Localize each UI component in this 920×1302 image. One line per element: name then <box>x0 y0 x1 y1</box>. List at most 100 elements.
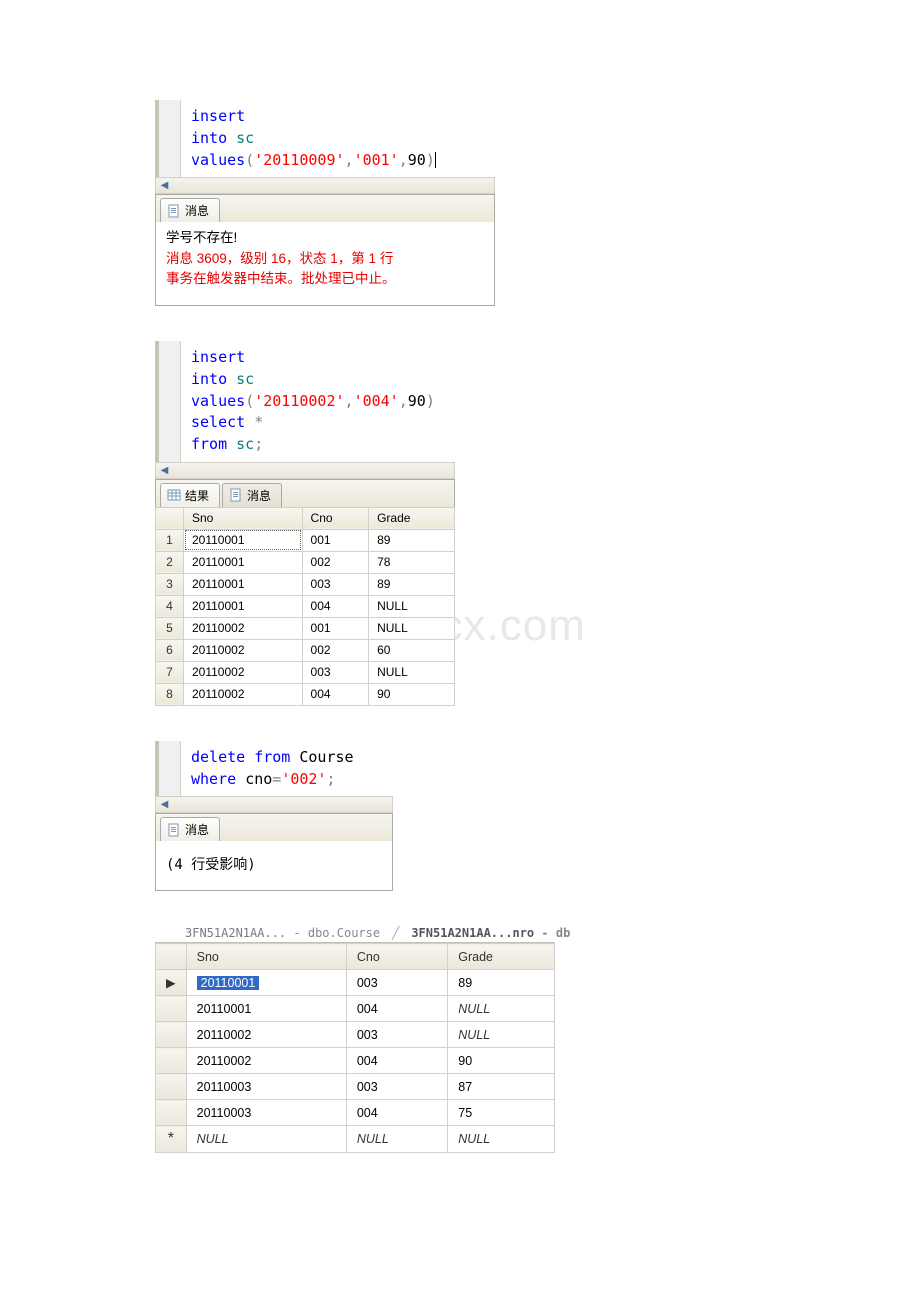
cell-grade[interactable]: NULL <box>448 1126 555 1153</box>
cell-sno[interactable]: 20110001 <box>184 573 303 595</box>
table-row[interactable]: 2011000200490 <box>156 1048 555 1074</box>
message-output[interactable]: (4 行受影响) <box>155 841 393 891</box>
table-row[interactable]: 62011000200260 <box>156 639 455 661</box>
cell-cno[interactable]: 004 <box>302 683 369 705</box>
row-number: 8 <box>156 683 184 705</box>
horizontal-scrollbar[interactable]: ◀ <box>155 462 455 479</box>
scroll-left-icon[interactable]: ◀ <box>156 463 173 478</box>
table-row[interactable]: 420110001004NULL <box>156 595 455 617</box>
tab-messages[interactable]: 消息 <box>160 198 220 222</box>
sql-editor[interactable]: delete from Course where cno='002'; <box>155 741 393 797</box>
tab-messages[interactable]: 消息 <box>160 817 220 841</box>
cell-sno[interactable]: 20110002 <box>184 617 303 639</box>
col-grade[interactable]: Grade <box>448 944 555 970</box>
output-tab-strip: 消息 <box>155 813 393 841</box>
table-row[interactable]: 720110002003NULL <box>156 661 455 683</box>
cell-grade[interactable]: 89 <box>448 970 555 996</box>
sql-gutter <box>159 341 181 462</box>
table-row[interactable]: 82011000200490 <box>156 683 455 705</box>
cell-sno[interactable]: 20110002 <box>184 683 303 705</box>
cell-sno[interactable]: 20110001 <box>184 529 303 551</box>
sql-editor[interactable]: insert into sc values('20110009','001',9… <box>155 100 495 177</box>
editor-tabs: 3FN51A2N1AA... - dbo.Course ╱ 3FN51A2N1A… <box>155 926 555 943</box>
cell-cno[interactable]: 002 <box>302 551 369 573</box>
col-sno[interactable]: Sno <box>184 507 303 529</box>
table-row[interactable]: 520110002001NULL <box>156 617 455 639</box>
cell-sno[interactable]: 20110001 <box>184 551 303 573</box>
table-row[interactable]: 12011000100189 <box>156 529 455 551</box>
cell-grade[interactable]: 87 <box>448 1074 555 1100</box>
table-row[interactable]: 20110001004NULL <box>156 996 555 1022</box>
cell-sno[interactable]: NULL <box>186 1126 346 1153</box>
cell-grade[interactable]: 75 <box>448 1100 555 1126</box>
sql-editor[interactable]: insert into sc values('20110002','004',9… <box>155 341 455 462</box>
cell-grade[interactable]: NULL <box>369 617 455 639</box>
cell-grade[interactable]: 78 <box>369 551 455 573</box>
message-output[interactable]: 学号不存在! 消息 3609，级别 16，状态 1，第 1 行 事务在触发器中结… <box>155 222 495 306</box>
table-row[interactable]: 22011000100278 <box>156 551 455 573</box>
cell-grade[interactable]: 89 <box>369 529 455 551</box>
cell-cno[interactable]: 004 <box>346 996 447 1022</box>
scroll-left-icon[interactable]: ◀ <box>156 797 173 812</box>
tab-results[interactable]: 结果 <box>160 483 220 507</box>
cell-sno[interactable]: 20110003 <box>186 1100 346 1126</box>
cell-sno[interactable]: 20110001 <box>184 595 303 617</box>
cell-cno[interactable]: 002 <box>302 639 369 661</box>
col-sno[interactable]: Sno <box>186 944 346 970</box>
table-header-row: Sno Cno Grade <box>156 944 555 970</box>
cell-grade[interactable]: 89 <box>369 573 455 595</box>
horizontal-scrollbar[interactable]: ◀ <box>155 796 393 813</box>
row-number: 5 <box>156 617 184 639</box>
cell-cno[interactable]: 003 <box>302 661 369 683</box>
cell-cno[interactable]: 003 <box>302 573 369 595</box>
sql-code[interactable]: delete from Course where cno='002'; <box>181 741 393 797</box>
data-editor-grid[interactable]: Sno Cno Grade ▶201100010038920110001004N… <box>155 943 555 1153</box>
cell-cno[interactable]: 003 <box>346 970 447 996</box>
tab-messages[interactable]: 消息 <box>222 483 282 507</box>
tab-label: 消息 <box>247 487 271 504</box>
document-icon <box>167 823 181 837</box>
cell-cno[interactable]: 003 <box>346 1022 447 1048</box>
cell-grade[interactable]: 90 <box>448 1048 555 1074</box>
cell-cno[interactable]: 001 <box>302 617 369 639</box>
cell-grade[interactable]: NULL <box>369 595 455 617</box>
rows-affected: (4 行受影响) <box>166 857 256 873</box>
results-grid[interactable]: Sno Cno Grade 12011000100189220110001002… <box>155 507 455 706</box>
cell-sno[interactable]: 20110002 <box>184 661 303 683</box>
cell-cno[interactable]: 004 <box>346 1048 447 1074</box>
cell-cno[interactable]: 004 <box>302 595 369 617</box>
tab-table-course[interactable]: 3FN51A2N1AA... - dbo.Course <box>185 926 380 940</box>
table-row[interactable]: 20110002003NULL <box>156 1022 555 1048</box>
table-row[interactable]: ▶2011000100389 <box>156 970 555 996</box>
cell-sno[interactable]: 20110001 <box>186 996 346 1022</box>
cell-sno[interactable]: 20110002 <box>186 1022 346 1048</box>
horizontal-scrollbar[interactable]: ◀ <box>155 177 495 194</box>
cell-grade[interactable]: 60 <box>369 639 455 661</box>
cell-cno[interactable]: 003 <box>346 1074 447 1100</box>
table-row[interactable]: 32011000100389 <box>156 573 455 595</box>
scroll-left-icon[interactable]: ◀ <box>156 178 173 193</box>
cell-cno[interactable]: NULL <box>346 1126 447 1153</box>
col-cno[interactable]: Cno <box>346 944 447 970</box>
cell-cno[interactable]: 001 <box>302 529 369 551</box>
cell-grade[interactable]: NULL <box>448 1022 555 1048</box>
cell-sno[interactable]: 20110002 <box>186 1048 346 1074</box>
cell-sno[interactable]: 20110002 <box>184 639 303 661</box>
cell-grade[interactable]: NULL <box>369 661 455 683</box>
sql-code[interactable]: insert into sc values('20110002','004',9… <box>181 341 455 462</box>
new-row-marker: * <box>156 1126 187 1153</box>
cell-grade[interactable]: 90 <box>369 683 455 705</box>
sql-code[interactable]: insert into sc values('20110009','001',9… <box>181 100 495 177</box>
cell-sno[interactable]: 20110001 <box>186 970 346 996</box>
table-row[interactable]: 2011000300475 <box>156 1100 555 1126</box>
tab-table-other[interactable]: 3FN51A2N1AA...nro - db <box>411 926 570 940</box>
tab-label: 消息 <box>185 202 209 219</box>
table-row[interactable]: 2011000300387 <box>156 1074 555 1100</box>
row-number: 4 <box>156 595 184 617</box>
cell-cno[interactable]: 004 <box>346 1100 447 1126</box>
col-grade[interactable]: Grade <box>369 507 455 529</box>
new-row[interactable]: *NULLNULLNULL <box>156 1126 555 1153</box>
cell-grade[interactable]: NULL <box>448 996 555 1022</box>
cell-sno[interactable]: 20110003 <box>186 1074 346 1100</box>
col-cno[interactable]: Cno <box>302 507 369 529</box>
